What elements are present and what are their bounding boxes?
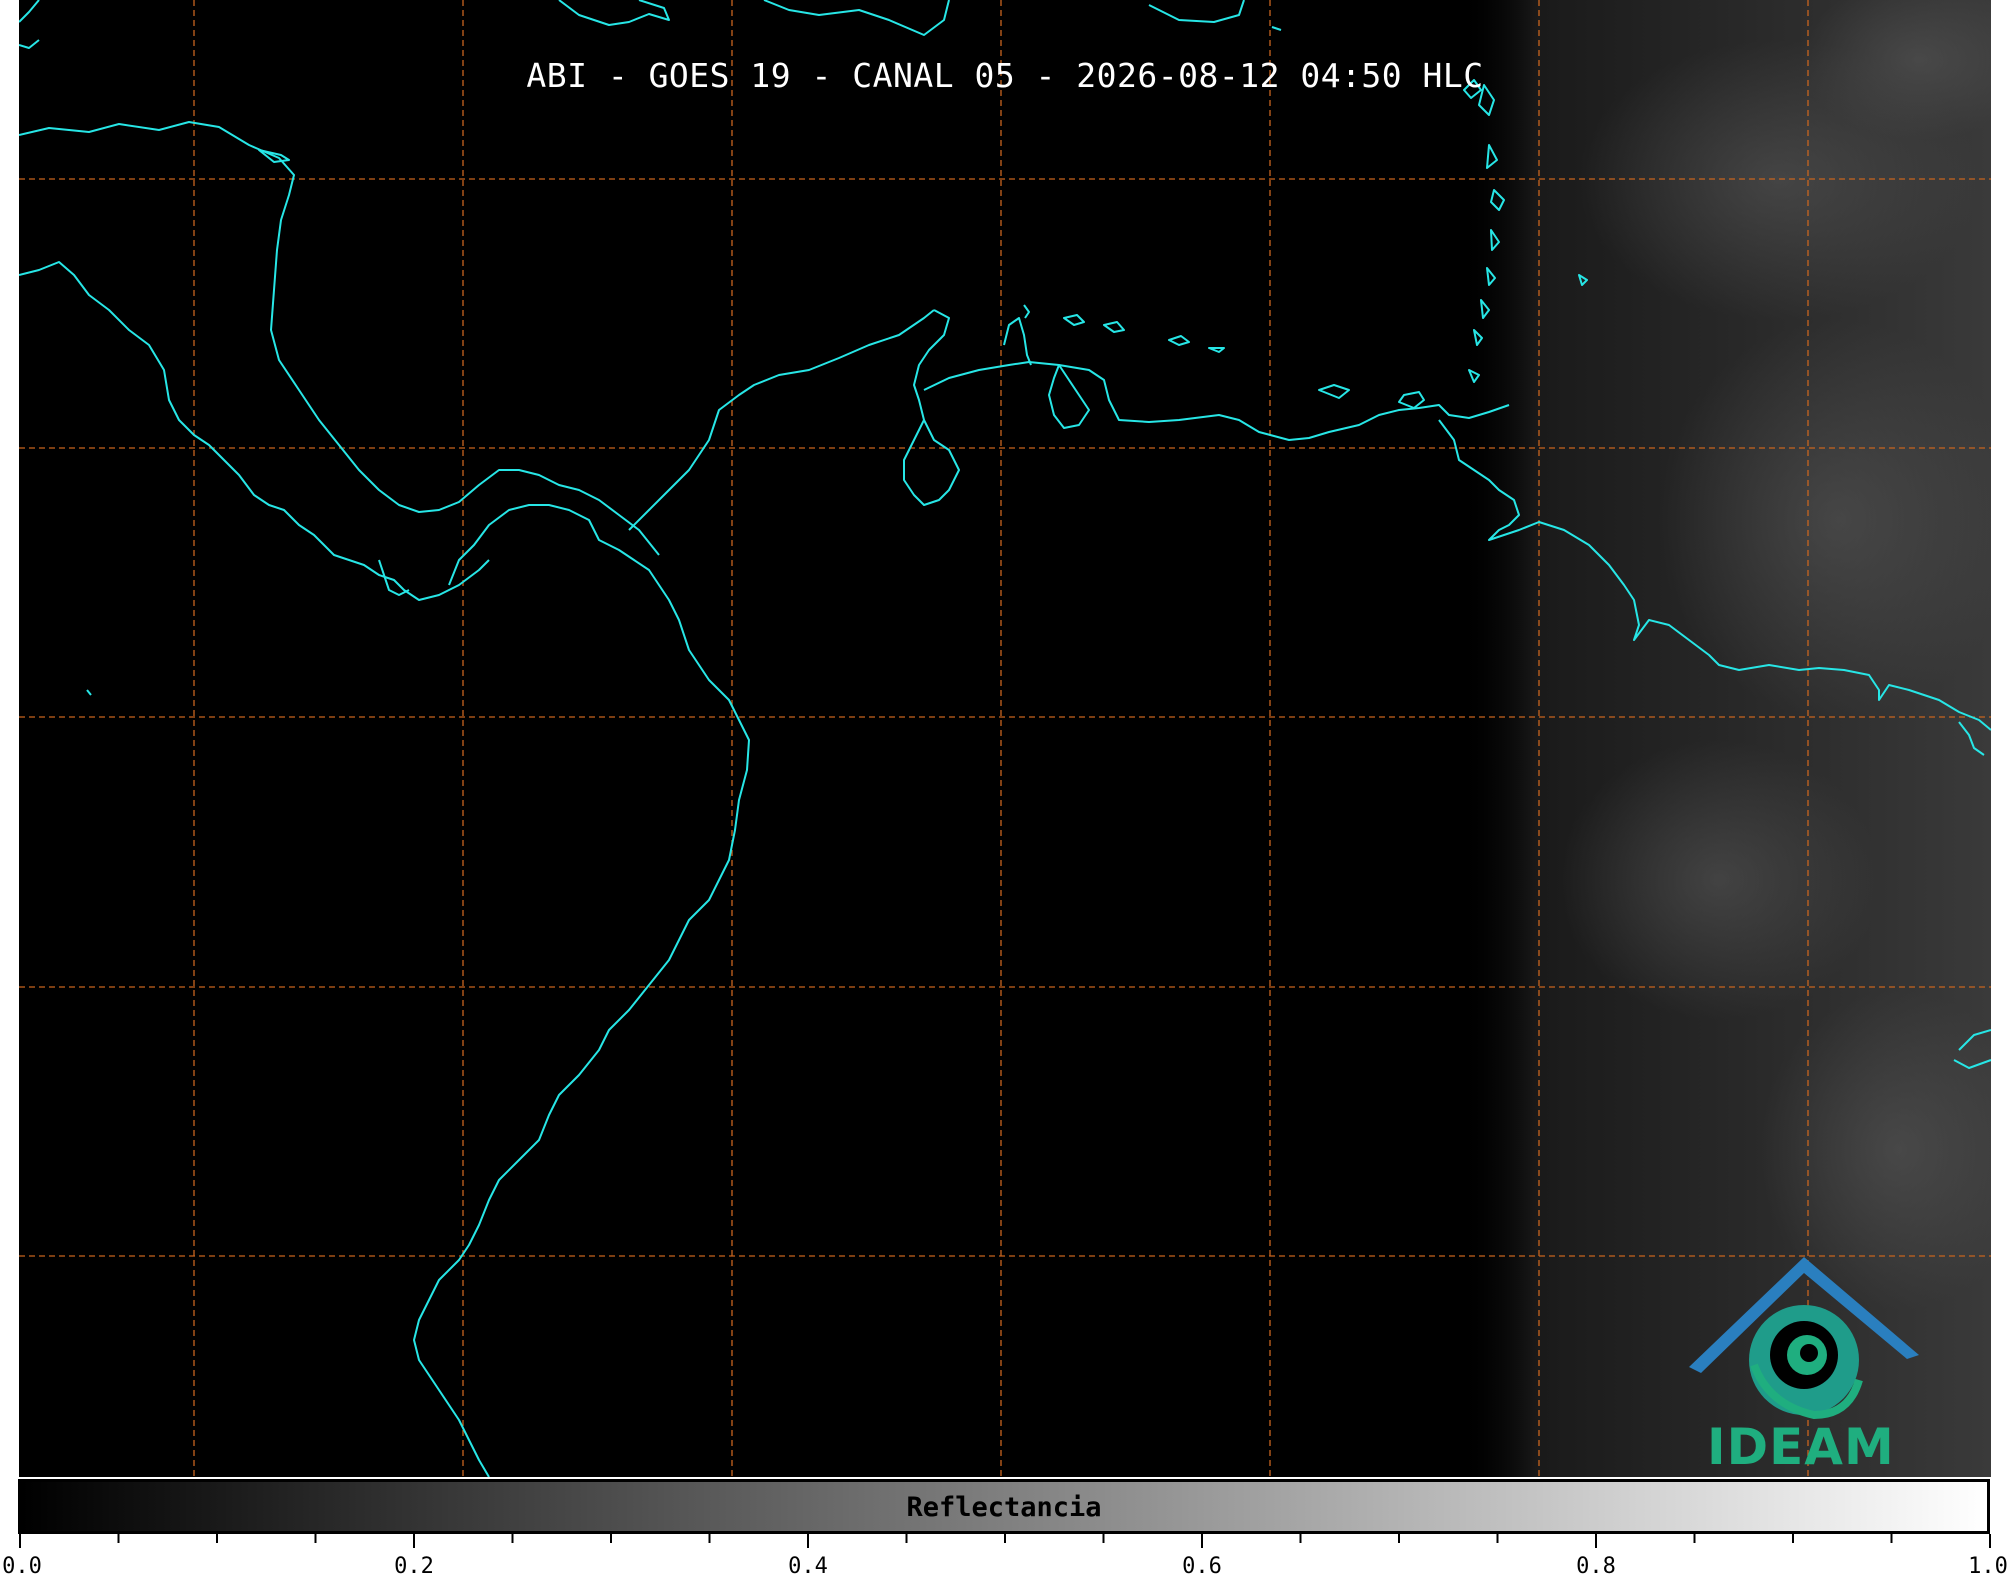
colorbar-axis: 0.0 0.2 0.4 0.6 0.8 1.0 — [0, 1534, 2011, 1579]
colorbar-tick-label: 0.2 — [394, 1554, 434, 1579]
coastline-puerto-rico — [1148, 0, 1245, 23]
coastline-aruba-curacao — [1063, 314, 1225, 353]
coastline-hispaniola — [763, 0, 950, 36]
colorbar-ticks — [19, 1534, 1991, 1548]
coastline-margarita — [1318, 384, 1350, 399]
coastline-mexico-pacific — [19, 261, 490, 601]
colorbar-tick-label: 0.8 — [1576, 1554, 1616, 1579]
map-title: ABI - GOES 19 - CANAL 05 - 2026-08-12 04… — [526, 56, 1484, 95]
coastline-panama-caribbean — [628, 309, 935, 531]
coastline-cuba — [558, 0, 670, 26]
colorbar-label: Reflectancia — [906, 1492, 1102, 1523]
coastline-costa-rica — [413, 504, 750, 1477]
satellite-map[interactable]: ABI - GOES 19 - CANAL 05 - 2026-08-12 04… — [19, 0, 1991, 1477]
ideam-logo-text: IDEAM — [1707, 1418, 1895, 1476]
coastline-colombia-caribbean — [903, 309, 960, 506]
map-canvas — [19, 0, 1991, 1477]
colorbar-tick-label: 0.6 — [1182, 1554, 1222, 1579]
coastline-guajira — [1003, 317, 1032, 366]
coastline-top-left — [19, 0, 40, 49]
colorbar-tick-label: 0.4 — [788, 1554, 828, 1579]
coastline-cayman — [1271, 26, 1282, 31]
coastline-lake-maracaibo — [1048, 364, 1090, 429]
coastline-islet — [86, 274, 1588, 696]
coastline-trinidad — [1398, 391, 1425, 409]
coastline-yucatan — [19, 121, 660, 556]
coastline-san-andres — [1023, 304, 1030, 319]
colorbar-tick-label: 1.0 — [1968, 1554, 2008, 1579]
colorbar: Reflectancia — [18, 1479, 1990, 1534]
colorbar-tick-label: 0.0 — [2, 1554, 42, 1579]
